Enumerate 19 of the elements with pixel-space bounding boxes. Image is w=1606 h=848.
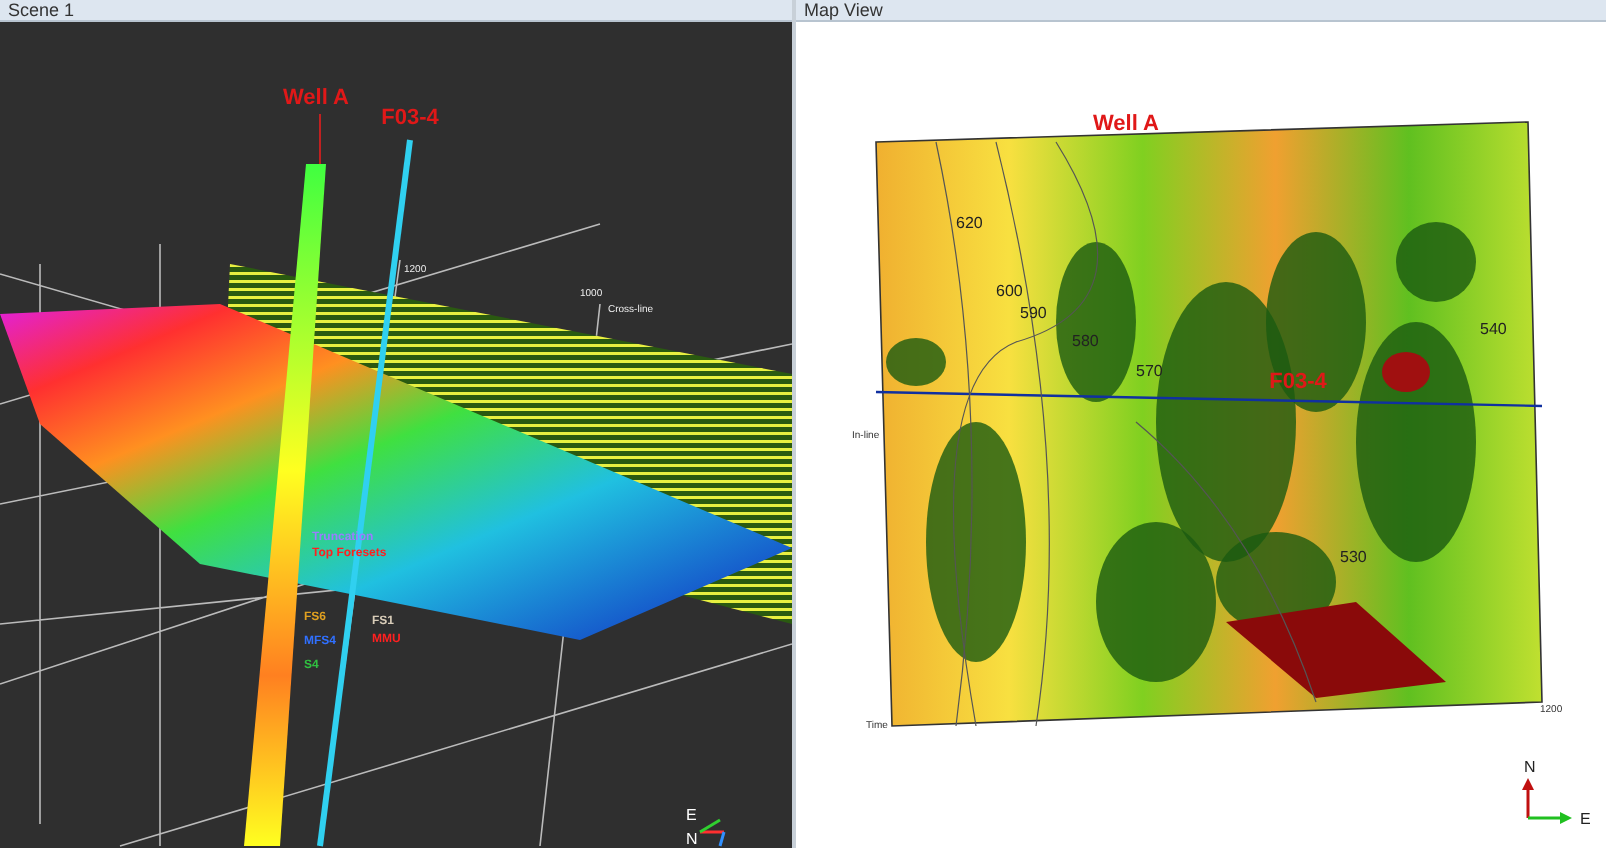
- well-label: Well A: [1093, 112, 1159, 136]
- axis-letter: E: [1580, 810, 1591, 828]
- panel-title: Map View: [804, 1, 883, 19]
- axis-letter: N: [686, 830, 698, 848]
- contour-label: 570: [1136, 362, 1163, 380]
- contour-label: 580: [1072, 332, 1099, 350]
- axis-letter: E: [686, 806, 697, 824]
- contour-label: 600: [996, 282, 1023, 300]
- axis-letter: N: [1524, 758, 1536, 776]
- well-label: F03-4: [381, 106, 439, 130]
- axis-gizmo-icon: [699, 818, 726, 847]
- contour-label: 540: [1480, 320, 1507, 338]
- contour-label: 530: [1340, 548, 1367, 566]
- well-label: Well A: [283, 86, 349, 110]
- north-east-arrows-icon: [1522, 778, 1572, 824]
- well-label: F03-4: [1269, 370, 1327, 394]
- panel-title: Scene 1: [8, 1, 75, 19]
- contour-label: 620: [956, 214, 983, 232]
- contour-label: 590: [1020, 304, 1047, 322]
